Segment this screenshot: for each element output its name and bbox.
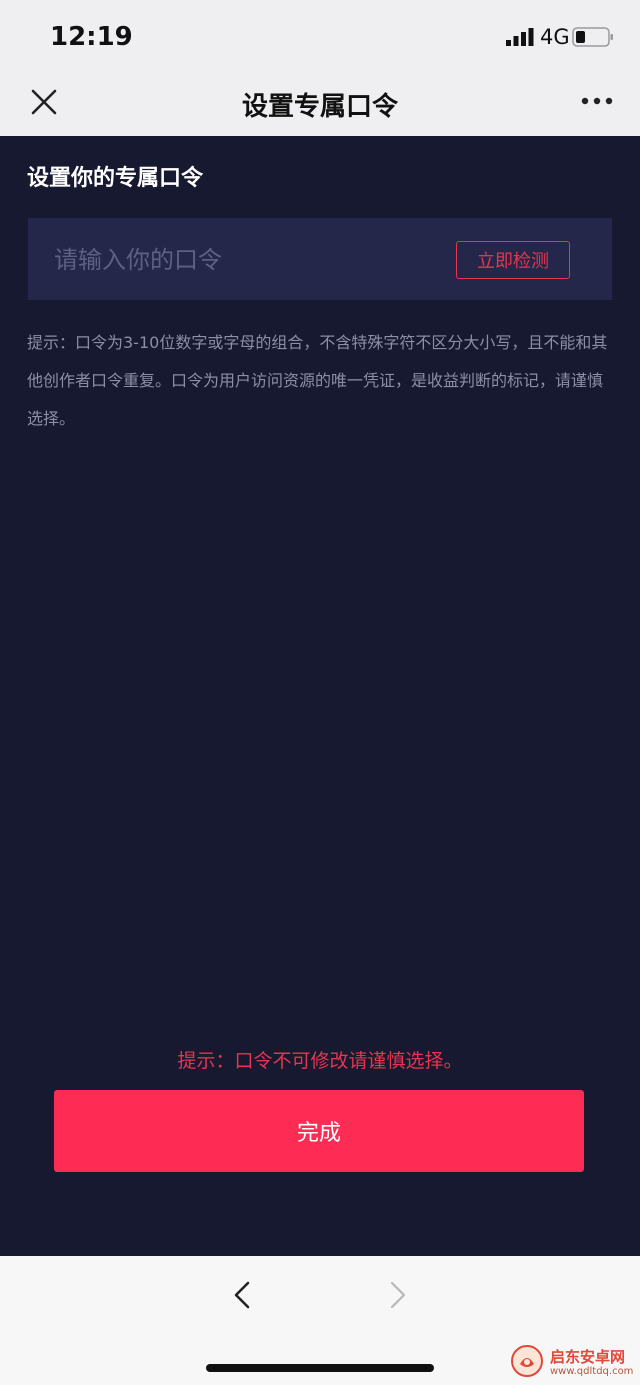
done-button[interactable]: 完成 — [54, 1090, 584, 1172]
main-content: 设置你的专属口令 立即检测 提示：口令为3-10位数字或字母的组合，不含特殊字符… — [0, 136, 640, 1256]
code-input-box: 立即检测 — [28, 218, 612, 300]
watermark-title: 启东安卓网 — [550, 1348, 626, 1366]
home-indicator[interactable] — [206, 1364, 434, 1372]
chevron-right-icon[interactable] — [386, 1280, 410, 1310]
section-title: 设置你的专属口令 — [27, 166, 204, 191]
browser-toolbar: 启东安卓网 www.qdltdq.com — [0, 1256, 640, 1385]
nav-bar: 设置专属口令 — [0, 76, 640, 136]
network-type: 4G — [540, 25, 570, 49]
status-time: 12:19 — [50, 22, 133, 52]
signal-icon — [506, 28, 534, 46]
page-title: 设置专属口令 — [241, 92, 398, 122]
warning-text: 提示：口令不可修改请谨慎选择。 — [177, 1050, 463, 1072]
code-input[interactable] — [52, 232, 446, 288]
chevron-left-icon[interactable] — [230, 1280, 254, 1310]
battery-icon — [572, 27, 613, 47]
status-bar: 12:19 4G — [0, 0, 640, 76]
more-icon[interactable] — [580, 96, 614, 106]
watermark-url: www.qdltdq.com — [550, 1366, 634, 1377]
check-button[interactable]: 立即检测 — [456, 241, 570, 279]
hint-text: 提示：口令为3-10位数字或字母的组合，不含特殊字符不区分大小写，且不能和其他创… — [27, 333, 608, 428]
watermark-logo-icon — [511, 1345, 543, 1377]
